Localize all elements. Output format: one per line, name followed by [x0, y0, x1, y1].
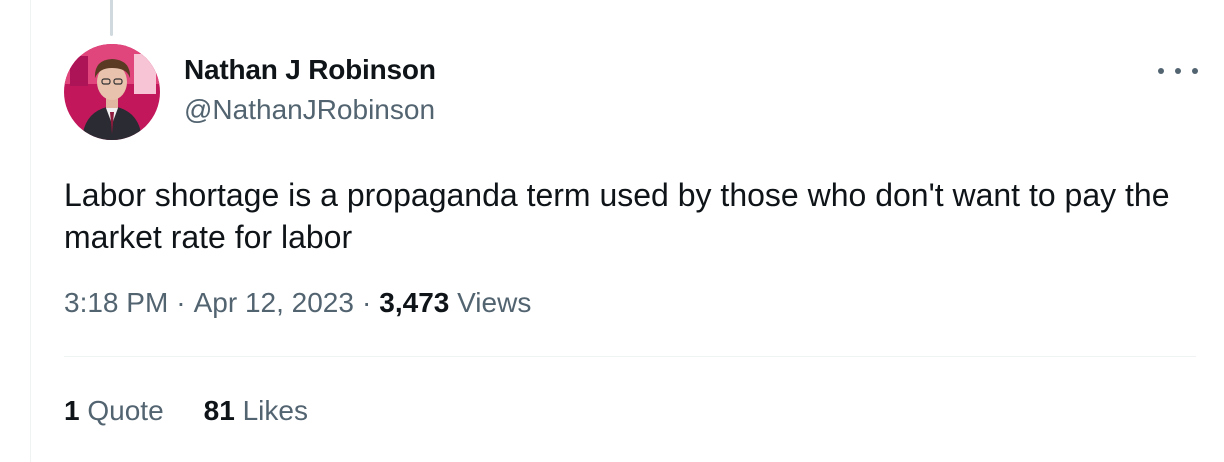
meta-separator: · [361, 287, 372, 318]
quotes-count: 1 [64, 395, 80, 426]
quotes-link[interactable]: 1 Quote [64, 395, 164, 427]
likes-link[interactable]: 81 Likes [204, 395, 308, 427]
divider [64, 356, 1196, 357]
views-label: Views [457, 287, 532, 318]
likes-label: Likes [242, 395, 308, 426]
likes-count: 81 [203, 395, 235, 426]
quotes-label: Quote [87, 395, 164, 426]
more-options-button[interactable] [1158, 56, 1198, 86]
engagement-stats: 1 Quote 81 Likes [64, 395, 308, 427]
tweet-text: Labor shortage is a propaganda term used… [64, 177, 1170, 255]
more-horizontal-icon [1192, 68, 1198, 74]
views-count: 3,473 [379, 287, 450, 318]
more-horizontal-icon [1158, 68, 1164, 74]
thread-connector-line [110, 0, 113, 36]
author-display-name[interactable]: Nathan J Robinson [184, 54, 436, 86]
avatar[interactable] [64, 44, 160, 140]
tweet-time[interactable]: 3:18 PM [64, 287, 168, 318]
avatar-photo [64, 44, 160, 140]
meta-separator: · [176, 287, 186, 318]
more-horizontal-icon [1175, 68, 1181, 74]
author-handle[interactable]: @NathanJRobinson [184, 94, 435, 126]
tweet-date[interactable]: Apr 12, 2023 [194, 287, 354, 318]
tweet-metadata: 3:18 PM · Apr 12, 2023 · 3,473 Views [64, 287, 531, 319]
